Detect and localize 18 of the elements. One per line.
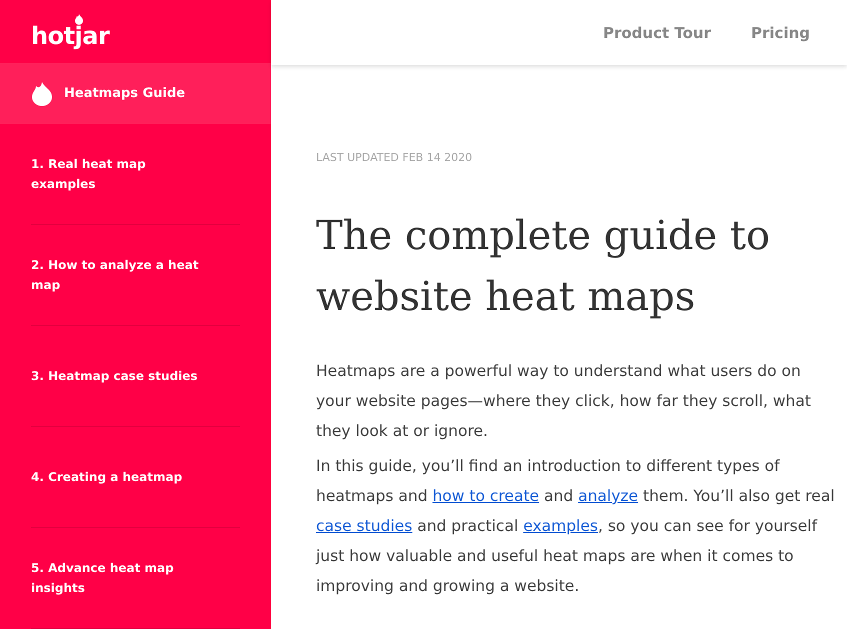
nav-link[interactable]: Pricing [751,24,810,42]
inline-link[interactable]: how to create [432,487,540,505]
flame-icon [32,82,52,106]
sidebar-item[interactable]: 1. Real heat map examples [31,124,240,225]
guide-title: Heatmaps Guide [64,86,186,102]
sidebar-item[interactable]: 4. Creating a heatmap [31,427,240,528]
last-updated: LAST UPDATED FEB 14 2020 [316,151,474,164]
inline-link[interactable]: analyze [578,487,638,505]
sidebar-item[interactable]: 3. Heatmap case studies [31,326,240,427]
sidebar-item[interactable]: 5. Advance heat map insights [31,528,240,629]
inline-link[interactable]: examples [523,517,598,535]
article-title: The complete guide to website heat maps [316,212,772,322]
article-paragraph: Heatmaps are a powerful way to understand what users do on your website pages—where they click, how far they scroll, what they look at or ignore. [316,361,812,442]
sidebar-item[interactable]: 2. How to analyze a heat map [31,225,240,326]
hotjar-logo[interactable]: hotjar [31,12,110,52]
inline-link[interactable]: case studies [316,517,412,535]
nav-link[interactable]: Product Tour [602,24,712,42]
article-paragraph: In this guide, you’ll find an introduction to different types of heatmaps and how to create and analyze them. You’ll also get real case studies and practical examples, so you can see for yourself just how valuable and useful heat maps are when it comes to improving and growing a website. [316,456,836,597]
